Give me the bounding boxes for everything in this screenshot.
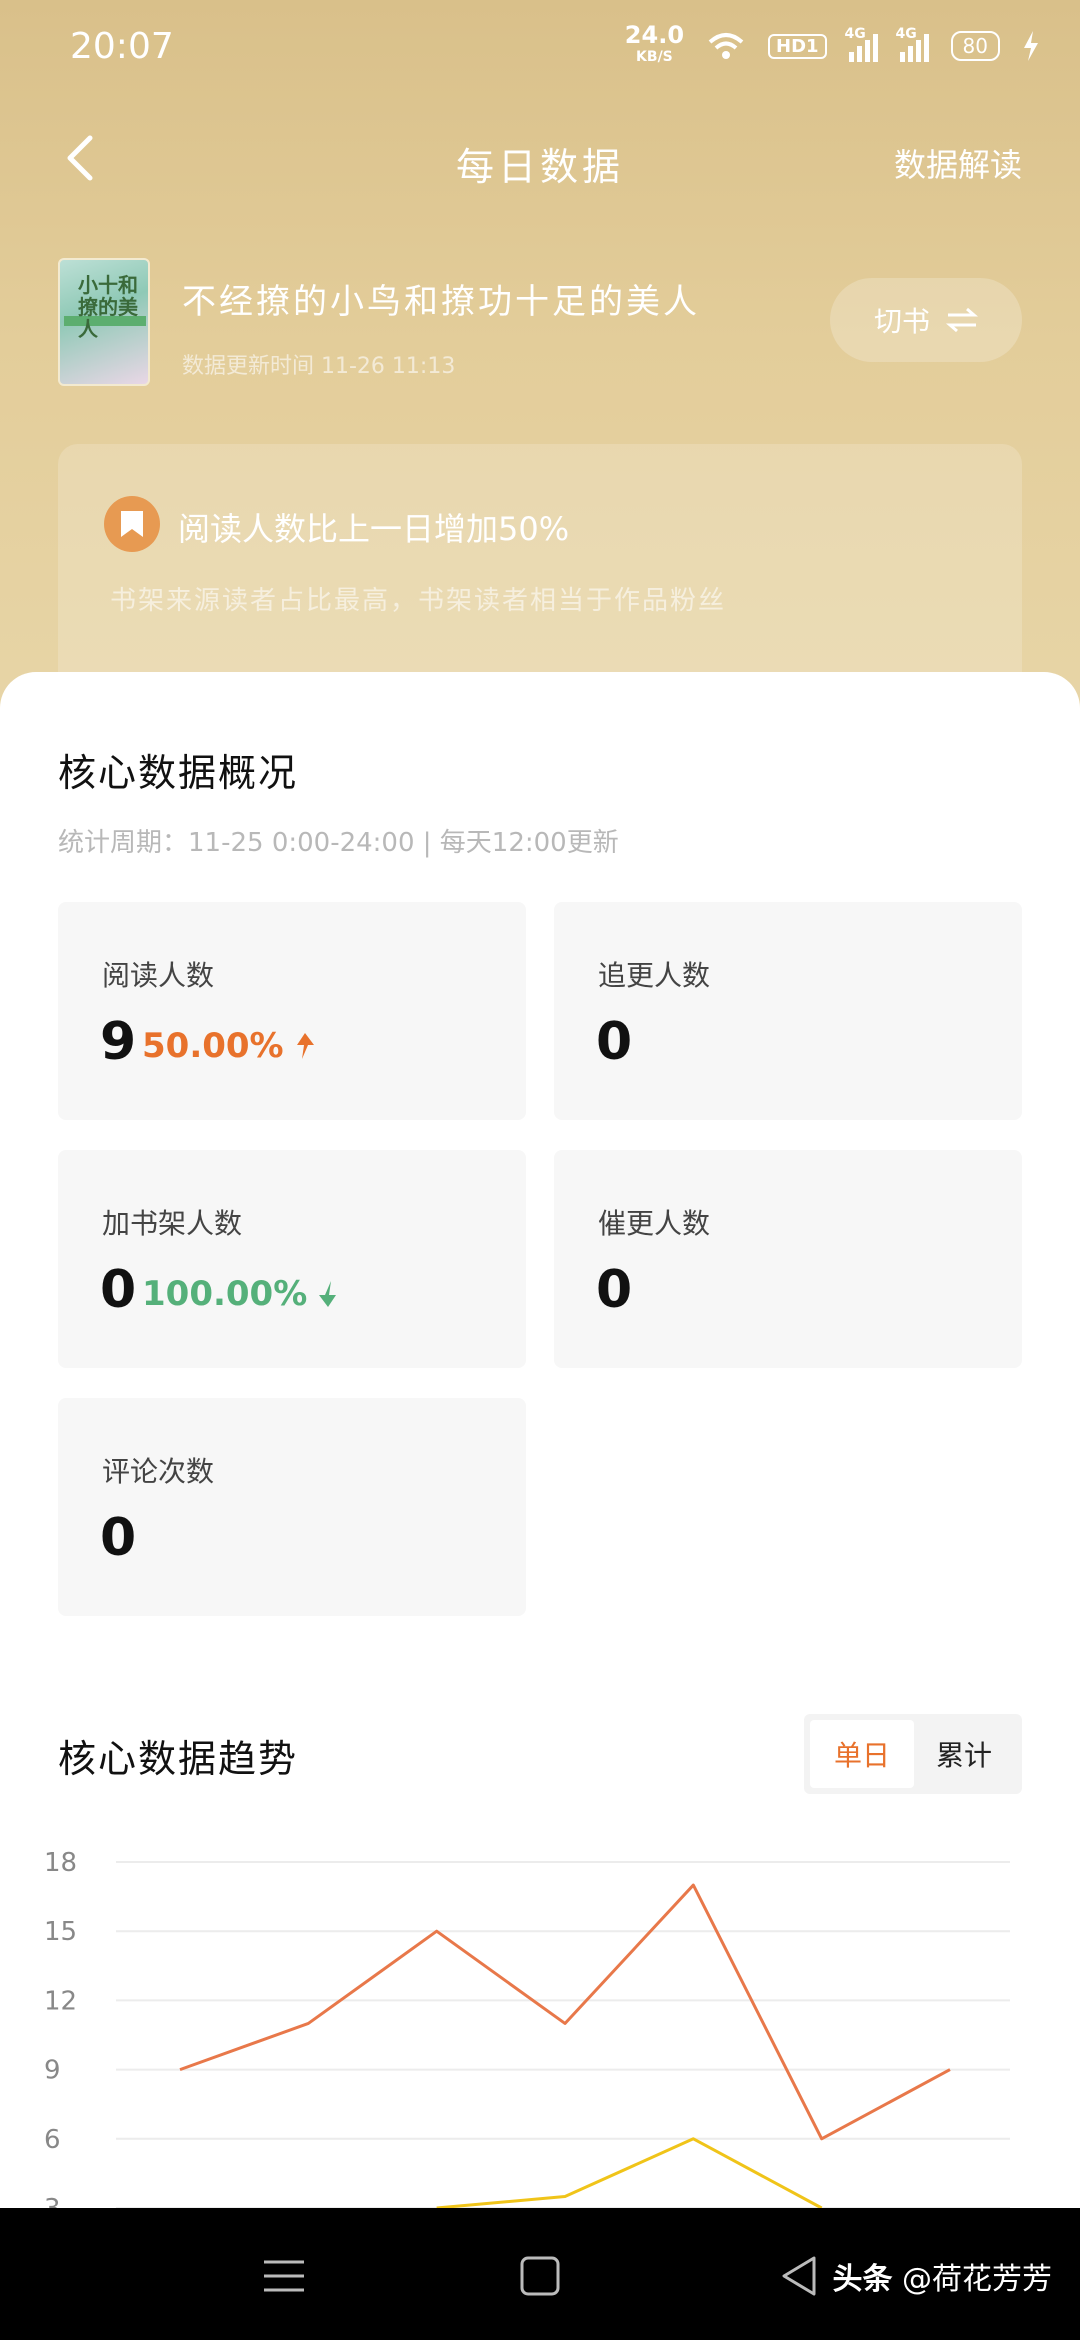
stat-value: 9: [100, 1012, 137, 1072]
stat-change-down: 100.00%: [142, 1274, 341, 1314]
cover-title: 小十和撩的美人: [78, 273, 138, 341]
stat-card-bookshelf[interactable]: 加书架人数 0 100.00%: [58, 1150, 526, 1368]
stat-change-value: 100.00%: [142, 1274, 308, 1314]
y-tick-label: 18: [44, 1848, 77, 1878]
stat-label: 评论次数: [102, 1455, 215, 1488]
charging-icon: [1024, 31, 1038, 61]
hd-badge: HD1: [768, 33, 827, 59]
series-line-0: [179, 1883, 951, 2141]
switch-book-button[interactable]: 切书: [830, 278, 1022, 362]
home-icon[interactable]: [512, 2248, 568, 2304]
swap-arrows-icon: [946, 307, 978, 333]
trend-range-toggle: 单日 累计: [804, 1714, 1022, 1794]
stat-value: 0: [100, 1508, 137, 1568]
stat-change-up: 50.00%: [142, 1026, 318, 1066]
book-info: 小十和撩的美人 不经撩的小鸟和撩功十足的美人 数据更新时间 11-26 11:1…: [58, 258, 1022, 388]
y-tick-label: 12: [44, 1986, 77, 2016]
system-nav-bar: 头条 @荷花芳芳: [0, 2208, 1080, 2340]
menu-icon[interactable]: [256, 2248, 312, 2304]
stat-card-urge-updates[interactable]: 催更人数 0: [554, 1150, 1022, 1368]
book-update-time: 数据更新时间 11-26 11:13: [182, 354, 456, 379]
watermark-handle: @荷花芳芳: [902, 2262, 1052, 2297]
signal-icon-sim1: 4G: [845, 26, 878, 62]
stat-change-value: 50.00%: [142, 1026, 284, 1066]
stat-card-readers[interactable]: 阅读人数 9 50.00%: [58, 902, 526, 1120]
status-icons: 24.0 KB/S HD1 4G 4G 80: [624, 21, 1040, 68]
book-title: 不经撩的小鸟和撩功十足的美人: [182, 282, 700, 322]
stat-value: 0: [596, 1012, 633, 1072]
stat-label: 阅读人数: [102, 959, 215, 992]
watermark-brand: 头条: [832, 2262, 893, 2297]
toggle-cumulative[interactable]: 累计: [912, 1720, 1016, 1788]
nav-bar: 每日数据 数据解读: [0, 120, 1080, 200]
data-interpretation-link[interactable]: 数据解读: [894, 140, 1022, 186]
stat-label: 加书架人数: [102, 1207, 243, 1240]
stat-card-comments[interactable]: 评论次数 0: [58, 1398, 526, 1616]
watermark: 头条 @荷花芳芳: [832, 2254, 1052, 2298]
arrow-up-icon: [296, 1033, 314, 1059]
signal-icon-sim2: 4G: [896, 26, 929, 62]
insight-card: 阅读人数比上一日增加50% 书架来源读者占比最高，书架读者相当于作品粉丝: [58, 444, 1022, 704]
network-speed-unit: KB/S: [636, 49, 673, 65]
status-bar: 20:07 24.0 KB/S HD1 4G 4G 80: [0, 0, 1080, 96]
stat-label: 追更人数: [598, 959, 711, 992]
network-speed: 24.0 KB/S: [624, 21, 685, 68]
trend-line-chart: 181512963: [44, 1848, 1010, 2224]
book-cover[interactable]: 小十和撩的美人: [58, 258, 150, 386]
switch-book-label: 切书: [873, 305, 930, 338]
status-time: 20:07: [70, 26, 174, 67]
y-tick-label: 6: [44, 2125, 61, 2155]
series-line-1: [436, 2137, 823, 2210]
battery-indicator: 80: [950, 31, 1000, 61]
arrow-down-icon: [319, 1281, 337, 1307]
stat-label: 催更人数: [598, 1207, 711, 1240]
stat-period: 统计周期：11-25 0:00-24:00 | 每天12:00更新: [58, 828, 619, 858]
sim1-label: 4G: [844, 26, 866, 42]
network-speed-value: 24.0: [624, 21, 685, 49]
stat-value: 0: [100, 1260, 137, 1320]
stat-value: 0: [596, 1260, 633, 1320]
wifi-icon: [708, 33, 744, 59]
bookmark-icon: [104, 496, 160, 552]
insight-title: 阅读人数比上一日增加50%: [178, 510, 570, 548]
trend-title: 核心数据趋势: [58, 1737, 299, 1781]
y-tick-label: 15: [44, 1917, 77, 1947]
toggle-daily[interactable]: 单日: [810, 1720, 914, 1788]
overview-title: 核心数据概况: [58, 751, 299, 795]
insight-description: 书架来源读者占比最高，书架读者相当于作品粉丝: [110, 586, 727, 616]
stat-card-followers[interactable]: 追更人数 0: [554, 902, 1022, 1120]
sim2-label: 4G: [895, 26, 917, 42]
y-tick-label: 9: [44, 2056, 61, 2086]
back-triangle-icon[interactable]: [772, 2248, 828, 2304]
